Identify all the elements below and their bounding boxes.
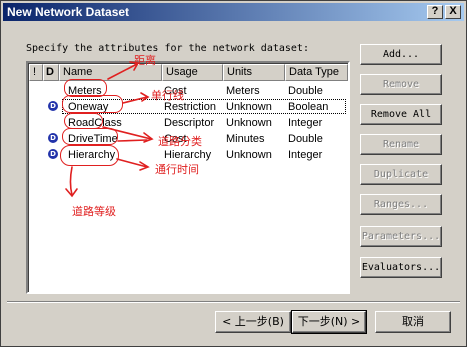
annotation-box-oneway [62, 95, 123, 113]
annotation-box-hierarchy [60, 145, 119, 166]
annotation-hierarchy: 道路等级 [72, 205, 116, 218]
annotation-road-class: 道路分类 [158, 135, 202, 148]
arrow-hierarchy [69, 166, 73, 196]
annotation-distance: 距离 [134, 54, 156, 67]
dialog-window: New Network Dataset ? X Specify the attr… [0, 0, 467, 347]
annotation-drive-time: 通行时间 [155, 163, 199, 176]
annotation-oneway: 单行线 [151, 89, 184, 102]
annotation-overlay [65, 61, 154, 198]
arrow-distance [107, 63, 138, 80]
annotation-box-drivetime [62, 128, 118, 145]
annotation-box-roadclass [64, 113, 103, 129]
arrow-drive-time-top [117, 139, 148, 142]
